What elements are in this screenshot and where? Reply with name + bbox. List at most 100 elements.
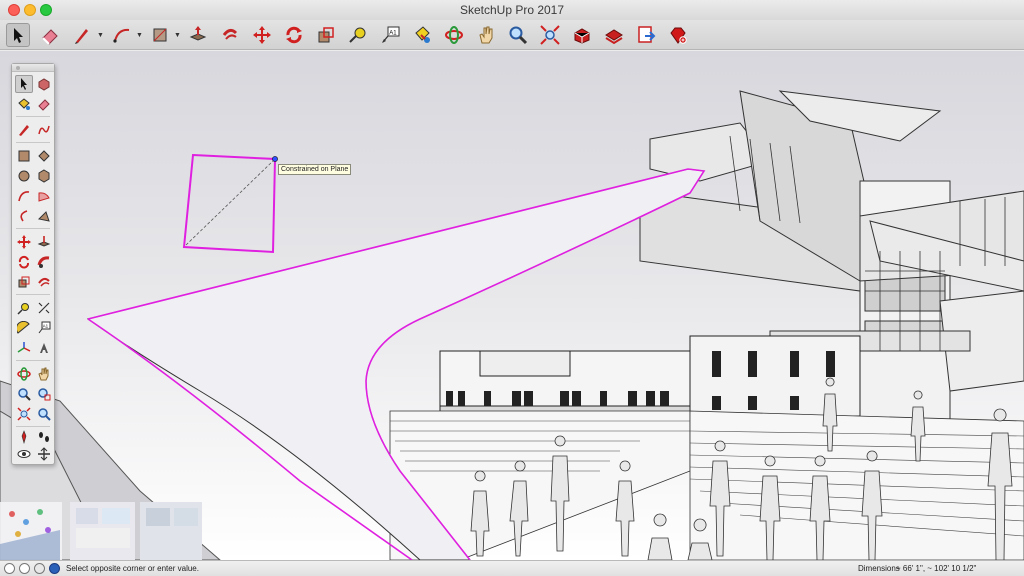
tool-palette: A1 xyxy=(11,63,55,465)
palette-arc-button[interactable] xyxy=(15,187,33,205)
extension-warehouse-tool-button[interactable] xyxy=(602,23,626,47)
polygon-icon xyxy=(38,169,50,183)
palette-push-pull-button[interactable] xyxy=(35,233,53,251)
palette-2-point-arc-button[interactable] xyxy=(35,207,53,225)
palette-rotated-rectangle-button[interactable] xyxy=(35,147,53,165)
position-camera-icon xyxy=(21,430,27,444)
shapes-tool-button[interactable] xyxy=(148,23,172,47)
footprints-icon xyxy=(39,432,49,442)
help-icon[interactable] xyxy=(49,563,60,574)
palette-pan-button[interactable] xyxy=(35,365,53,383)
palette-move-button[interactable] xyxy=(15,233,33,251)
status-message: Select opposite corner or enter value. xyxy=(66,564,199,573)
palette-walk-button[interactable] xyxy=(35,428,53,446)
palette-line-button[interactable] xyxy=(15,121,33,139)
previous-view-icon xyxy=(38,408,51,421)
select-tool-button[interactable] xyxy=(6,23,30,47)
palette-scale-button[interactable] xyxy=(15,273,33,291)
palette-paint-bucket-button[interactable] xyxy=(15,95,33,113)
palette-text-button[interactable]: A1 xyxy=(35,319,53,337)
palette-3d-text-button[interactable] xyxy=(35,339,53,357)
window-title: SketchUp Pro 2017 xyxy=(459,3,565,17)
palette-previous-view-button[interactable] xyxy=(35,405,53,423)
palette-zoom-window-button[interactable] xyxy=(35,385,53,403)
geo-location-icon[interactable] xyxy=(4,563,15,574)
palette-freehand-button[interactable] xyxy=(35,121,53,139)
main-toolbar: ▼ ▼ ▼ A1 xyxy=(0,20,1024,50)
send-to-layout-tool-button[interactable] xyxy=(634,23,658,47)
orbit-tool-button[interactable] xyxy=(442,23,466,47)
move-arrows-icon xyxy=(17,235,31,249)
palette-close-icon[interactable] xyxy=(16,66,20,70)
protractor-icon xyxy=(17,321,30,334)
modeling-viewport[interactable]: Constrained on Plane xyxy=(0,51,1024,560)
3d-text-icon xyxy=(40,343,48,353)
ruby-gem-icon xyxy=(670,27,687,44)
sketchup-window: SketchUp Pro 2017 ▼ ▼ ▼ A1 Constrained o… xyxy=(0,0,1024,576)
pie-icon xyxy=(38,192,50,202)
palette-follow-me-button[interactable] xyxy=(35,253,53,271)
line-tool-dropdown-icon[interactable]: ▼ xyxy=(97,32,104,39)
circle-icon xyxy=(18,170,30,182)
offset-icon xyxy=(222,28,238,40)
palette-separator xyxy=(16,116,50,117)
paint-bucket-tool-button[interactable] xyxy=(410,23,434,47)
palette-section-plane-button[interactable] xyxy=(35,445,53,463)
shapes-tool-dropdown-icon[interactable]: ▼ xyxy=(174,32,181,39)
rotate-tool-button[interactable] xyxy=(282,23,306,47)
component-icon xyxy=(38,78,50,91)
palette-tape-measure-button[interactable] xyxy=(15,299,33,317)
text-tool-button[interactable]: A1 xyxy=(378,23,402,47)
pan-tool-button[interactable] xyxy=(474,23,498,47)
credits-icon[interactable] xyxy=(19,563,30,574)
pencil-icon xyxy=(75,29,88,44)
palette-dimension-button[interactable] xyxy=(35,299,53,317)
zoom-extents-icon xyxy=(540,25,560,45)
move-arrows-icon xyxy=(253,26,271,44)
palette-rotate-button[interactable] xyxy=(15,253,33,271)
zoom-extents-tool-button[interactable] xyxy=(538,23,562,47)
palette-eraser-button[interactable] xyxy=(35,95,53,113)
arc-tool-dropdown-icon[interactable]: ▼ xyxy=(136,32,143,39)
palette-look-around-button[interactable] xyxy=(15,445,33,463)
rotate-icon xyxy=(18,255,29,269)
arc-tool-button[interactable] xyxy=(110,23,134,47)
palette-offset-button[interactable] xyxy=(35,273,53,291)
zoom-window-icon xyxy=(38,388,51,401)
extension-manager-tool-button[interactable] xyxy=(666,23,690,47)
paint-bucket-icon xyxy=(415,26,430,43)
measurements-label: Dimensions xyxy=(858,564,900,573)
eraser-icon xyxy=(38,99,50,111)
measurements-value-box[interactable]: ~ 66' 1", ~ 102' 10 1/2" xyxy=(896,564,976,573)
palette-title-bar[interactable] xyxy=(12,64,54,72)
offset-tool-button[interactable] xyxy=(218,23,242,47)
zoom-tool-button[interactable] xyxy=(506,23,530,47)
palette-select-button[interactable] xyxy=(15,75,33,93)
scale-tool-button[interactable] xyxy=(314,23,338,47)
palette-circle-button[interactable] xyxy=(15,167,33,185)
palette-axes-button[interactable] xyxy=(15,339,33,357)
push-pull-icon xyxy=(37,236,51,247)
3d-warehouse-tool-button[interactable] xyxy=(570,23,594,47)
palette-protractor-button[interactable] xyxy=(15,319,33,337)
palette-separator xyxy=(16,142,50,143)
inference-point xyxy=(272,156,278,162)
tape-measure-tool-button[interactable] xyxy=(346,23,370,47)
palette-rectangle-button[interactable] xyxy=(15,147,33,165)
palette-position-camera-button[interactable] xyxy=(15,428,33,446)
palette-orbit-button[interactable] xyxy=(15,365,33,383)
palette-make-component-button[interactable] xyxy=(35,75,53,93)
palette-polygon-button[interactable] xyxy=(35,167,53,185)
line-tool-button[interactable] xyxy=(70,23,94,47)
palette-zoom-extents-button[interactable] xyxy=(15,405,33,423)
eraser-tool-button[interactable] xyxy=(38,23,62,47)
palette-3-point-arc-button[interactable] xyxy=(15,207,33,225)
palette-zoom-button[interactable] xyxy=(15,385,33,403)
palette-pie-button[interactable] xyxy=(35,187,53,205)
arc-icon xyxy=(113,28,130,43)
push-pull-tool-button[interactable] xyxy=(186,23,210,47)
title-bar: SketchUp Pro 2017 xyxy=(0,0,1024,20)
move-tool-button[interactable] xyxy=(250,23,274,47)
three-point-arc-icon xyxy=(20,210,28,222)
user-account-icon[interactable] xyxy=(34,563,45,574)
